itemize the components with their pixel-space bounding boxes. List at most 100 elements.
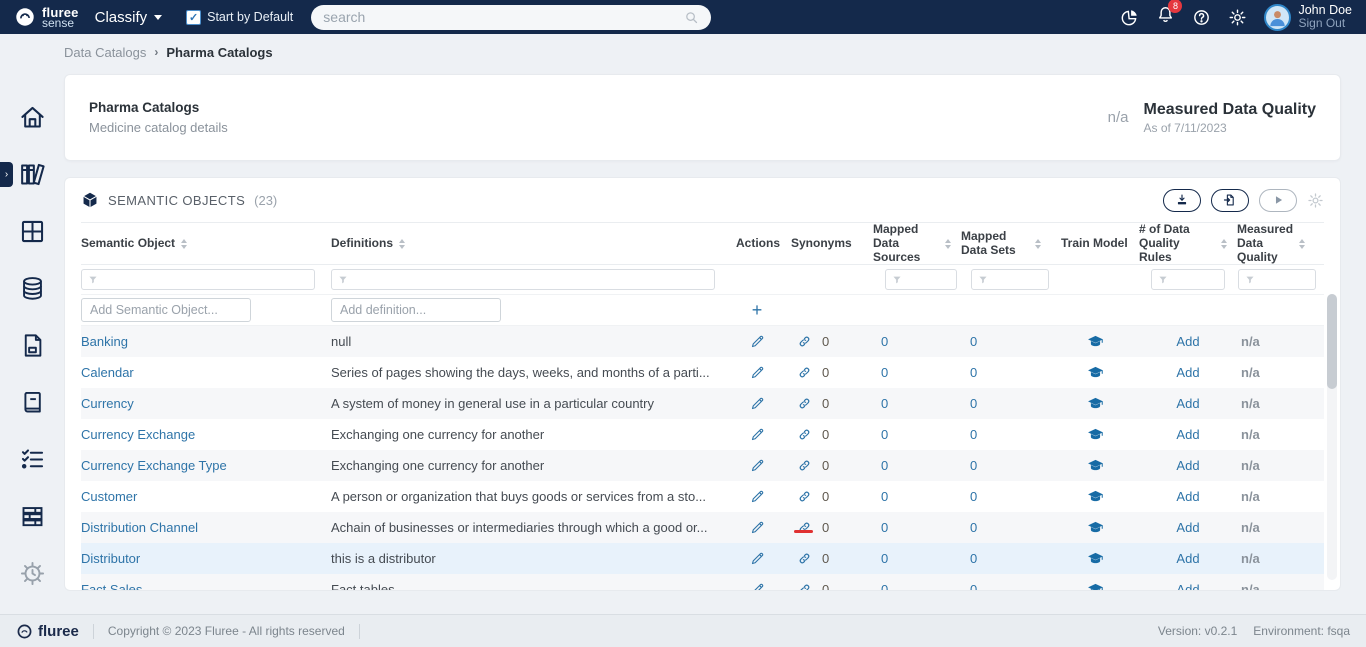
train-model-icon[interactable] <box>1087 581 1104 591</box>
semantic-object-link[interactable]: Distributor <box>81 551 140 566</box>
filter-definitions[interactable] <box>331 269 715 290</box>
add-rule-link[interactable]: Add <box>1176 551 1199 566</box>
edit-pencil-icon[interactable] <box>750 365 765 380</box>
settings-gear-icon[interactable] <box>1307 192 1324 209</box>
filter-semantic-object[interactable] <box>81 269 315 290</box>
sidebar-item-data-sources[interactable] <box>0 275 64 302</box>
sidebar-item-servers[interactable] <box>0 503 64 530</box>
search-icon[interactable] <box>684 10 699 25</box>
breadcrumb-data-catalogs[interactable]: Data Catalogs <box>64 45 146 60</box>
add-rule-link[interactable]: Add <box>1176 582 1199 591</box>
synonyms-count: 0 <box>822 551 829 566</box>
start-by-default-checkbox[interactable]: ✓ <box>186 10 201 25</box>
sidebar-item-documents[interactable] <box>0 332 64 359</box>
add-rule-link[interactable]: Add <box>1176 396 1199 411</box>
add-semantic-object-input[interactable] <box>81 298 251 322</box>
semantic-object-link[interactable]: Fact Sales <box>81 582 142 591</box>
column-mapped-data-sources[interactable]: Mapped Data Sources <box>873 223 961 264</box>
semantic-object-link[interactable]: Customer <box>81 489 137 504</box>
filter-mapped-data-sources[interactable] <box>885 269 957 290</box>
definition-text: Exchanging one currency for another <box>331 458 731 473</box>
link-icon[interactable] <box>797 396 812 411</box>
table-toolbar <box>1163 189 1324 212</box>
edit-pencil-icon[interactable] <box>750 489 765 504</box>
classify-menu[interactable]: Classify <box>95 9 163 26</box>
vertical-scrollbar-track[interactable] <box>1327 294 1337 580</box>
filter-measured-quality[interactable] <box>1238 269 1316 290</box>
train-model-icon[interactable] <box>1087 364 1104 381</box>
edit-pencil-icon[interactable] <box>750 551 765 566</box>
train-model-icon[interactable] <box>1087 457 1104 474</box>
semantic-object-link[interactable]: Distribution Channel <box>81 520 198 535</box>
add-rule-link[interactable]: Add <box>1176 458 1199 473</box>
sort-icon[interactable] <box>945 239 951 249</box>
semantic-object-link[interactable]: Currency <box>81 396 134 411</box>
link-icon[interactable] <box>797 365 812 380</box>
add-rule-link[interactable]: Add <box>1176 520 1199 535</box>
sort-icon[interactable] <box>181 239 187 249</box>
train-model-icon[interactable] <box>1087 550 1104 567</box>
sort-icon[interactable] <box>399 239 405 249</box>
sidebar-item-tables[interactable] <box>0 218 64 245</box>
download-button[interactable] <box>1163 189 1201 212</box>
semantic-object-link[interactable]: Currency Exchange <box>81 427 195 442</box>
help-icon[interactable] <box>1192 8 1211 27</box>
column-dq-rules[interactable]: # of Data Quality Rules <box>1139 223 1237 264</box>
sidebar-item-journal[interactable] <box>0 389 64 416</box>
notifications[interactable]: 8 <box>1156 5 1175 29</box>
edit-pencil-icon[interactable] <box>750 520 765 535</box>
edit-pencil-icon[interactable] <box>750 582 765 591</box>
sort-icon[interactable] <box>1221 239 1227 249</box>
sign-out-link[interactable]: Sign Out <box>1298 17 1352 30</box>
search-input[interactable] <box>323 9 663 25</box>
train-model-icon[interactable] <box>1087 395 1104 412</box>
link-icon[interactable] <box>797 458 812 473</box>
edit-pencil-icon[interactable] <box>750 458 765 473</box>
train-model-icon[interactable] <box>1087 333 1104 350</box>
sidebar-item-jobs[interactable] <box>0 560 64 587</box>
train-model-icon[interactable] <box>1087 519 1104 536</box>
gear-icon[interactable] <box>1228 8 1247 27</box>
add-rule-link[interactable]: Add <box>1176 334 1199 349</box>
add-button[interactable]: + <box>731 301 783 319</box>
sidebar-item-home[interactable] <box>0 104 64 131</box>
train-model-icon[interactable] <box>1087 488 1104 505</box>
link-icon[interactable] <box>797 334 812 349</box>
link-icon[interactable] <box>797 582 812 591</box>
add-rule-link[interactable]: Add <box>1176 365 1199 380</box>
sort-icon[interactable] <box>1035 239 1041 249</box>
link-icon[interactable] <box>797 427 812 442</box>
column-semantic-object[interactable]: Semantic Object <box>81 237 331 251</box>
import-button[interactable] <box>1211 189 1249 212</box>
link-icon[interactable] <box>797 520 812 535</box>
semantic-object-link[interactable]: Calendar <box>81 365 134 380</box>
user-menu[interactable]: John Doe Sign Out <box>1264 4 1352 31</box>
link-icon[interactable] <box>797 489 812 504</box>
column-definitions[interactable]: Definitions <box>331 237 731 251</box>
topbar-actions: 8 John Doe Sign Out <box>1120 4 1352 31</box>
run-button[interactable] <box>1259 189 1297 212</box>
sort-icon[interactable] <box>1299 239 1305 249</box>
sidebar-item-rules[interactable] <box>0 446 64 473</box>
pie-chart-icon[interactable] <box>1120 8 1139 27</box>
sidebar-item-catalogs[interactable]: › <box>0 161 64 188</box>
column-mapped-data-sets[interactable]: Mapped Data Sets <box>961 230 1051 258</box>
filter-row <box>81 265 1324 295</box>
edit-pencil-icon[interactable] <box>750 334 765 349</box>
filter-dq-rules[interactable] <box>1151 269 1225 290</box>
quality-text: Measured Data Quality As of 7/11/2023 <box>1144 101 1317 135</box>
filter-mapped-data-sets[interactable] <box>971 269 1049 290</box>
link-icon[interactable] <box>797 551 812 566</box>
column-measured-quality[interactable]: Measured Data Quality <box>1237 223 1314 264</box>
train-model-icon[interactable] <box>1087 426 1104 443</box>
add-rule-link[interactable]: Add <box>1176 427 1199 442</box>
fluree-sense-logo[interactable]: fluree sense <box>14 6 79 29</box>
add-definition-input[interactable] <box>331 298 501 322</box>
edit-pencil-icon[interactable] <box>750 427 765 442</box>
semantic-object-link[interactable]: Currency Exchange Type <box>81 458 227 473</box>
vertical-scrollbar-thumb[interactable] <box>1327 294 1337 389</box>
add-rule-link[interactable]: Add <box>1176 489 1199 504</box>
semantic-object-link[interactable]: Banking <box>81 334 128 349</box>
edit-pencil-icon[interactable] <box>750 396 765 411</box>
quality-date: As of 7/11/2023 <box>1144 121 1317 135</box>
